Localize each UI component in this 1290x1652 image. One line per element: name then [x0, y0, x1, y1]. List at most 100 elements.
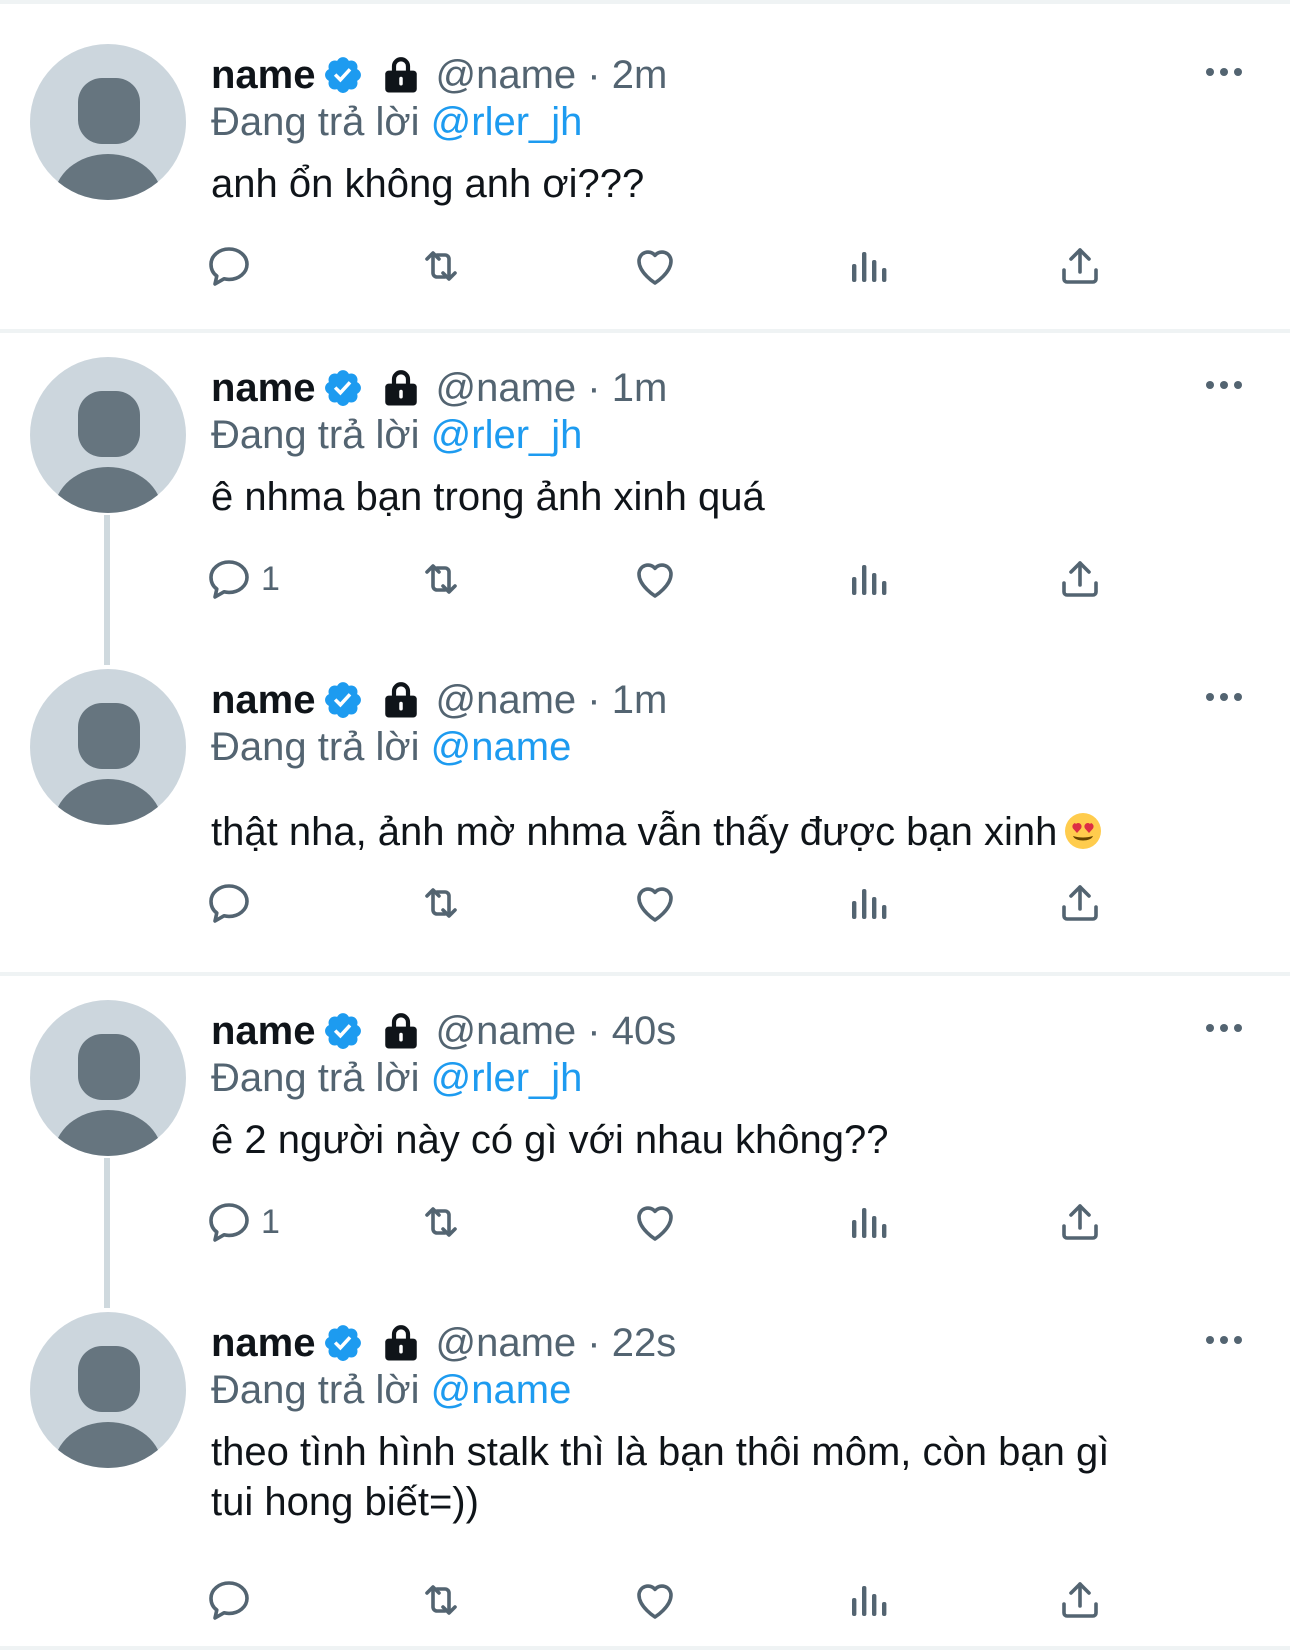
- retweet-button[interactable]: [417, 236, 465, 296]
- tweet[interactable]: name @name · 2m Đang trả lời @rler_jh an…: [0, 44, 1290, 329]
- replying-to-label: Đang trả lời: [211, 1056, 420, 1100]
- display-name[interactable]: name: [211, 1321, 316, 1366]
- more-options-icon[interactable]: [1202, 1016, 1246, 1040]
- avatar[interactable]: [30, 1000, 186, 1156]
- verified-badge-icon: [322, 367, 364, 409]
- tweet-text-line: tui hong biết=)): [211, 1480, 479, 1524]
- replying-to: Đang trả lời @rler_jh: [211, 1056, 582, 1101]
- handle-and-time[interactable]: @name · 2m: [436, 53, 668, 98]
- lock-icon: [380, 367, 422, 409]
- tweet-text-content: thật nha, ảnh mờ nhma vẫn thấy được bạn …: [211, 810, 1058, 854]
- share-button[interactable]: [1056, 236, 1104, 296]
- like-button[interactable]: [631, 873, 679, 933]
- avatar[interactable]: [30, 669, 186, 825]
- retweet-icon: [417, 242, 465, 290]
- reply-button[interactable]: [205, 1570, 261, 1630]
- retweet-button[interactable]: [417, 873, 465, 933]
- replying-to-label: Đang trả lời: [211, 725, 420, 769]
- action-bar: [211, 873, 1161, 933]
- more-options-icon[interactable]: [1202, 60, 1246, 84]
- retweet-button[interactable]: [417, 1192, 465, 1252]
- views-button[interactable]: [844, 1570, 892, 1630]
- action-bar: [211, 1570, 1161, 1630]
- reply-icon: [205, 242, 253, 290]
- reply-button[interactable]: 1: [205, 1192, 280, 1252]
- tweet[interactable]: name @name · 22s Đang trả lời @name theo…: [0, 1312, 1290, 1642]
- tweet-text: ê nhma bạn trong ảnh xinh quá: [211, 475, 765, 519]
- tweet-text: ê 2 người này có gì với nhau không??: [211, 1118, 889, 1162]
- views-icon: [844, 1198, 892, 1246]
- action-bar: 1: [211, 549, 1161, 609]
- reply-icon: [205, 879, 253, 927]
- share-button[interactable]: [1056, 1570, 1104, 1630]
- display-name[interactable]: name: [211, 678, 316, 723]
- handle-and-time[interactable]: @name · 40s: [436, 1009, 677, 1054]
- like-icon: [631, 1198, 679, 1246]
- reply-mention-link[interactable]: @name: [431, 1368, 572, 1412]
- reply-count: 1: [261, 1202, 280, 1241]
- views-button[interactable]: [844, 1192, 892, 1252]
- replying-to-label: Đang trả lời: [211, 1368, 420, 1412]
- tweet-text-line: theo tình hình stalk thì là bạn thôi môm…: [211, 1430, 1110, 1474]
- display-name[interactable]: name: [211, 53, 316, 98]
- share-icon: [1056, 1198, 1104, 1246]
- display-name[interactable]: name: [211, 1009, 316, 1054]
- like-icon: [631, 555, 679, 603]
- tweet[interactable]: name @name · 40s Đang trả lời @rler_jh ê…: [0, 1000, 1290, 1270]
- tweet[interactable]: name @name · 1m Đang trả lời @rler_jh ê …: [0, 357, 1290, 627]
- retweet-icon: [417, 1576, 465, 1624]
- avatar[interactable]: [30, 357, 186, 513]
- tweet-header: name @name · 2m: [211, 50, 667, 100]
- more-options-icon[interactable]: [1202, 1328, 1246, 1352]
- like-icon: [631, 879, 679, 927]
- views-button[interactable]: [844, 873, 892, 933]
- lock-icon: [380, 54, 422, 96]
- handle-and-time[interactable]: @name · 1m: [436, 366, 668, 411]
- avatar[interactable]: [30, 1312, 186, 1468]
- like-icon: [631, 242, 679, 290]
- bottom-divider: [0, 1646, 1290, 1650]
- reply-mention-link[interactable]: @rler_jh: [431, 100, 583, 144]
- reply-mention-link[interactable]: @rler_jh: [431, 1056, 583, 1100]
- replying-to: Đang trả lời @rler_jh: [211, 413, 582, 458]
- verified-badge-icon: [322, 54, 364, 96]
- tweet[interactable]: name @name · 1m Đang trả lời @name thật …: [0, 669, 1290, 969]
- retweet-button[interactable]: [417, 549, 465, 609]
- top-divider: [0, 0, 1290, 4]
- handle-and-time[interactable]: @name · 1m: [436, 678, 668, 723]
- reply-mention-link[interactable]: @rler_jh: [431, 413, 583, 457]
- tweet-header: name @name · 22s: [211, 1318, 676, 1368]
- reply-button[interactable]: [205, 236, 261, 296]
- like-button[interactable]: [631, 236, 679, 296]
- like-icon: [631, 1576, 679, 1624]
- like-button[interactable]: [631, 1570, 679, 1630]
- lock-icon: [380, 679, 422, 721]
- reply-mention-link[interactable]: @name: [431, 725, 572, 769]
- like-button[interactable]: [631, 1192, 679, 1252]
- like-button[interactable]: [631, 549, 679, 609]
- views-button[interactable]: [844, 549, 892, 609]
- action-bar: [211, 236, 1161, 296]
- tweet-text: theo tình hình stalk thì là bạn thôi môm…: [211, 1427, 1231, 1527]
- handle-and-time[interactable]: @name · 22s: [436, 1321, 677, 1366]
- views-button[interactable]: [844, 236, 892, 296]
- tweet-text: anh ổn không anh ơi???: [211, 162, 645, 206]
- reply-icon: [205, 1198, 253, 1246]
- retweet-button[interactable]: [417, 1570, 465, 1630]
- share-button[interactable]: [1056, 873, 1104, 933]
- avatar[interactable]: [30, 44, 186, 200]
- share-icon: [1056, 879, 1104, 927]
- more-options-icon[interactable]: [1202, 373, 1246, 397]
- reply-button[interactable]: 1: [205, 549, 280, 609]
- share-button[interactable]: [1056, 549, 1104, 609]
- lock-icon: [380, 1322, 422, 1364]
- more-options-icon[interactable]: [1202, 685, 1246, 709]
- views-icon: [844, 555, 892, 603]
- reply-button[interactable]: [205, 873, 261, 933]
- tweet-text: thật nha, ảnh mờ nhma vẫn thấy được bạn …: [211, 807, 1231, 857]
- tweet-header: name @name · 1m: [211, 363, 667, 413]
- verified-badge-icon: [322, 679, 364, 721]
- replying-to: Đang trả lời @name: [211, 1368, 571, 1413]
- share-button[interactable]: [1056, 1192, 1104, 1252]
- display-name[interactable]: name: [211, 366, 316, 411]
